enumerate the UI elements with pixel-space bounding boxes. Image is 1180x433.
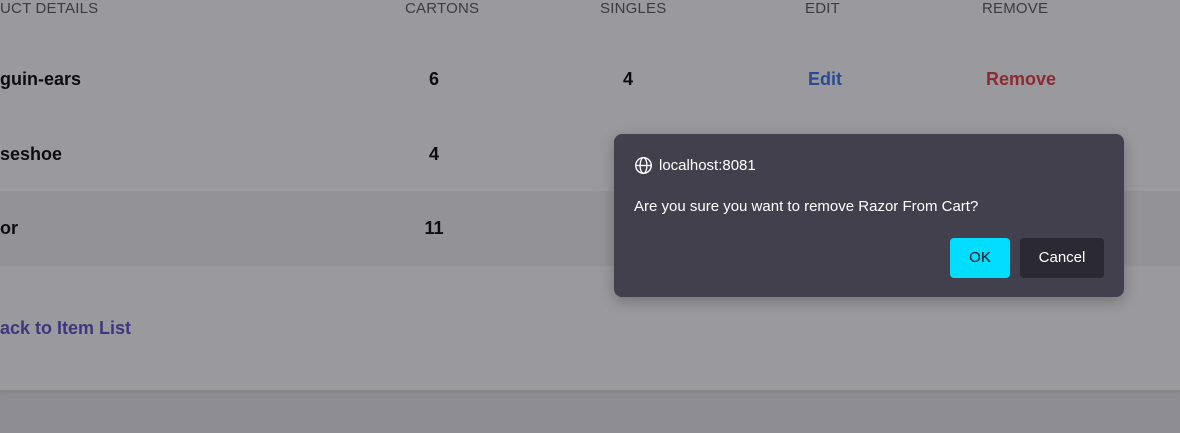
card-bottom-edge xyxy=(0,390,1180,392)
confirm-dialog: localhost:8081 Are you sure you want to … xyxy=(614,134,1124,297)
header-edit: EDIT xyxy=(805,0,840,17)
cartons-value: 11 xyxy=(424,218,444,238)
header-cartons: CARTONS xyxy=(405,0,480,17)
header-singles: SINGLES xyxy=(600,0,667,17)
ok-button[interactable]: OK xyxy=(950,238,1010,278)
edit-link[interactable]: Edit xyxy=(808,42,842,117)
globe-icon xyxy=(634,156,653,174)
product-name: guin-ears xyxy=(0,69,82,89)
cartons-value: 4 xyxy=(428,144,439,164)
dialog-origin-text: localhost:8081 xyxy=(659,156,756,174)
cancel-button[interactable]: Cancel xyxy=(1020,238,1104,278)
header-product-details: UCT DETAILS xyxy=(0,0,99,17)
singles-value: 4 xyxy=(622,69,633,89)
cartons-value: 6 xyxy=(428,69,439,89)
dialog-message: Are you sure you want to remove Razor Fr… xyxy=(634,198,979,215)
back-to-item-list-link[interactable]: ack to Item List xyxy=(0,318,131,339)
table-row: guin-ears 6 4 Edit Remove xyxy=(0,42,1180,117)
remove-link[interactable]: Remove xyxy=(986,42,1056,117)
header-remove: REMOVE xyxy=(982,0,1049,17)
dialog-origin: localhost:8081 xyxy=(634,154,756,176)
product-name: or xyxy=(0,218,18,238)
product-name: seshoe xyxy=(0,144,63,164)
